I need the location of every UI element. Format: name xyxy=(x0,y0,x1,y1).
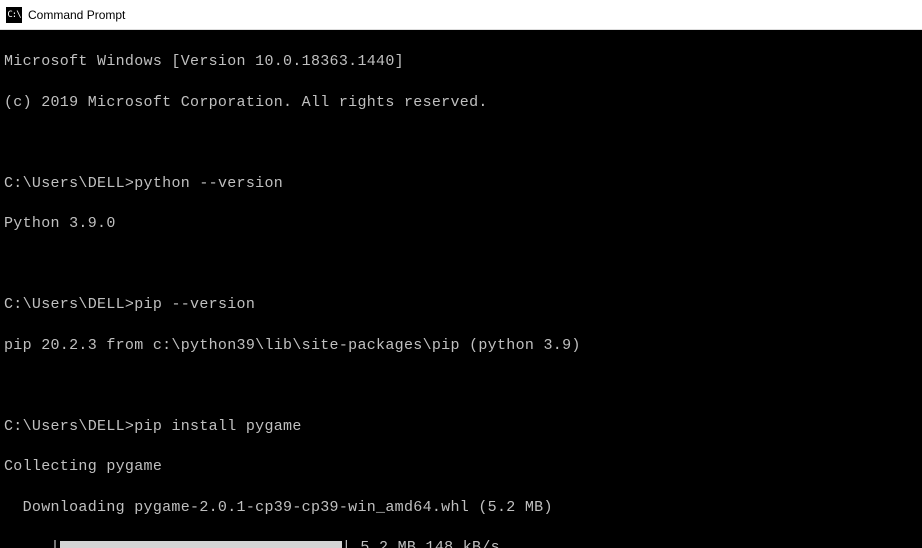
command-text: pip install pygame xyxy=(134,418,301,435)
output-line: Downloading pygame-2.0.1-cp39-cp39-win_a… xyxy=(4,498,918,518)
window-titlebar[interactable]: C:\ Command Prompt xyxy=(0,0,922,30)
cmd-icon: C:\ xyxy=(6,7,22,23)
progress-bar xyxy=(60,541,342,548)
blank-line xyxy=(4,255,918,275)
output-line: pip 20.2.3 from c:\python39\lib\site-pac… xyxy=(4,336,918,356)
banner-line: Microsoft Windows [Version 10.0.18363.14… xyxy=(4,52,918,72)
prompt-path: C:\Users\DELL> xyxy=(4,418,134,435)
progress-prefix: | xyxy=(4,538,60,548)
blank-line xyxy=(4,376,918,396)
progress-line: | | 5.2 MB 148 kB/s xyxy=(4,538,918,548)
terminal-area[interactable]: Microsoft Windows [Version 10.0.18363.14… xyxy=(0,30,922,548)
window-title: Command Prompt xyxy=(28,8,125,22)
prompt-line: C:\Users\DELL>pip --version xyxy=(4,295,918,315)
prompt-path: C:\Users\DELL> xyxy=(4,175,134,192)
output-line: Python 3.9.0 xyxy=(4,214,918,234)
prompt-line: C:\Users\DELL>python --version xyxy=(4,174,918,194)
progress-stats: | 5.2 MB 148 kB/s xyxy=(342,538,500,548)
blank-line xyxy=(4,133,918,153)
prompt-line: C:\Users\DELL>pip install pygame xyxy=(4,417,918,437)
command-text: python --version xyxy=(134,175,283,192)
output-line: Collecting pygame xyxy=(4,457,918,477)
prompt-path: C:\Users\DELL> xyxy=(4,296,134,313)
command-text: pip --version xyxy=(134,296,255,313)
banner-line: (c) 2019 Microsoft Corporation. All righ… xyxy=(4,93,918,113)
